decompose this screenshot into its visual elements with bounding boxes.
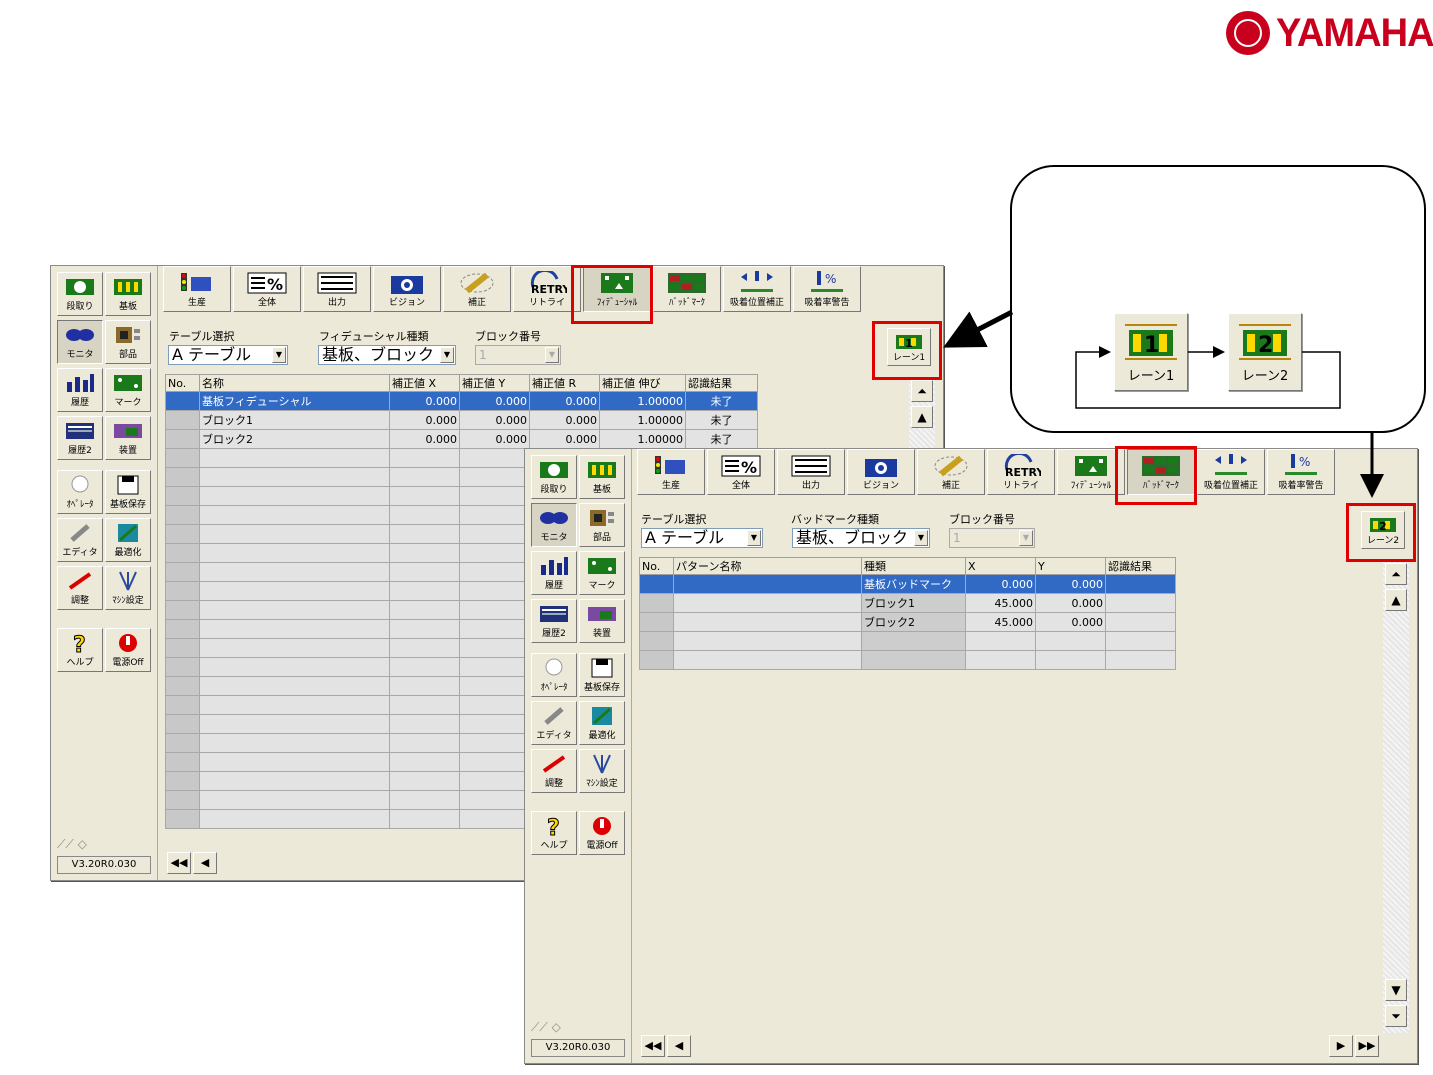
- arrows-overlay: [943, 309, 1384, 498]
- cycle-loop-line: [1075, 346, 1341, 409]
- arrow-to-lane1: [943, 309, 1014, 348]
